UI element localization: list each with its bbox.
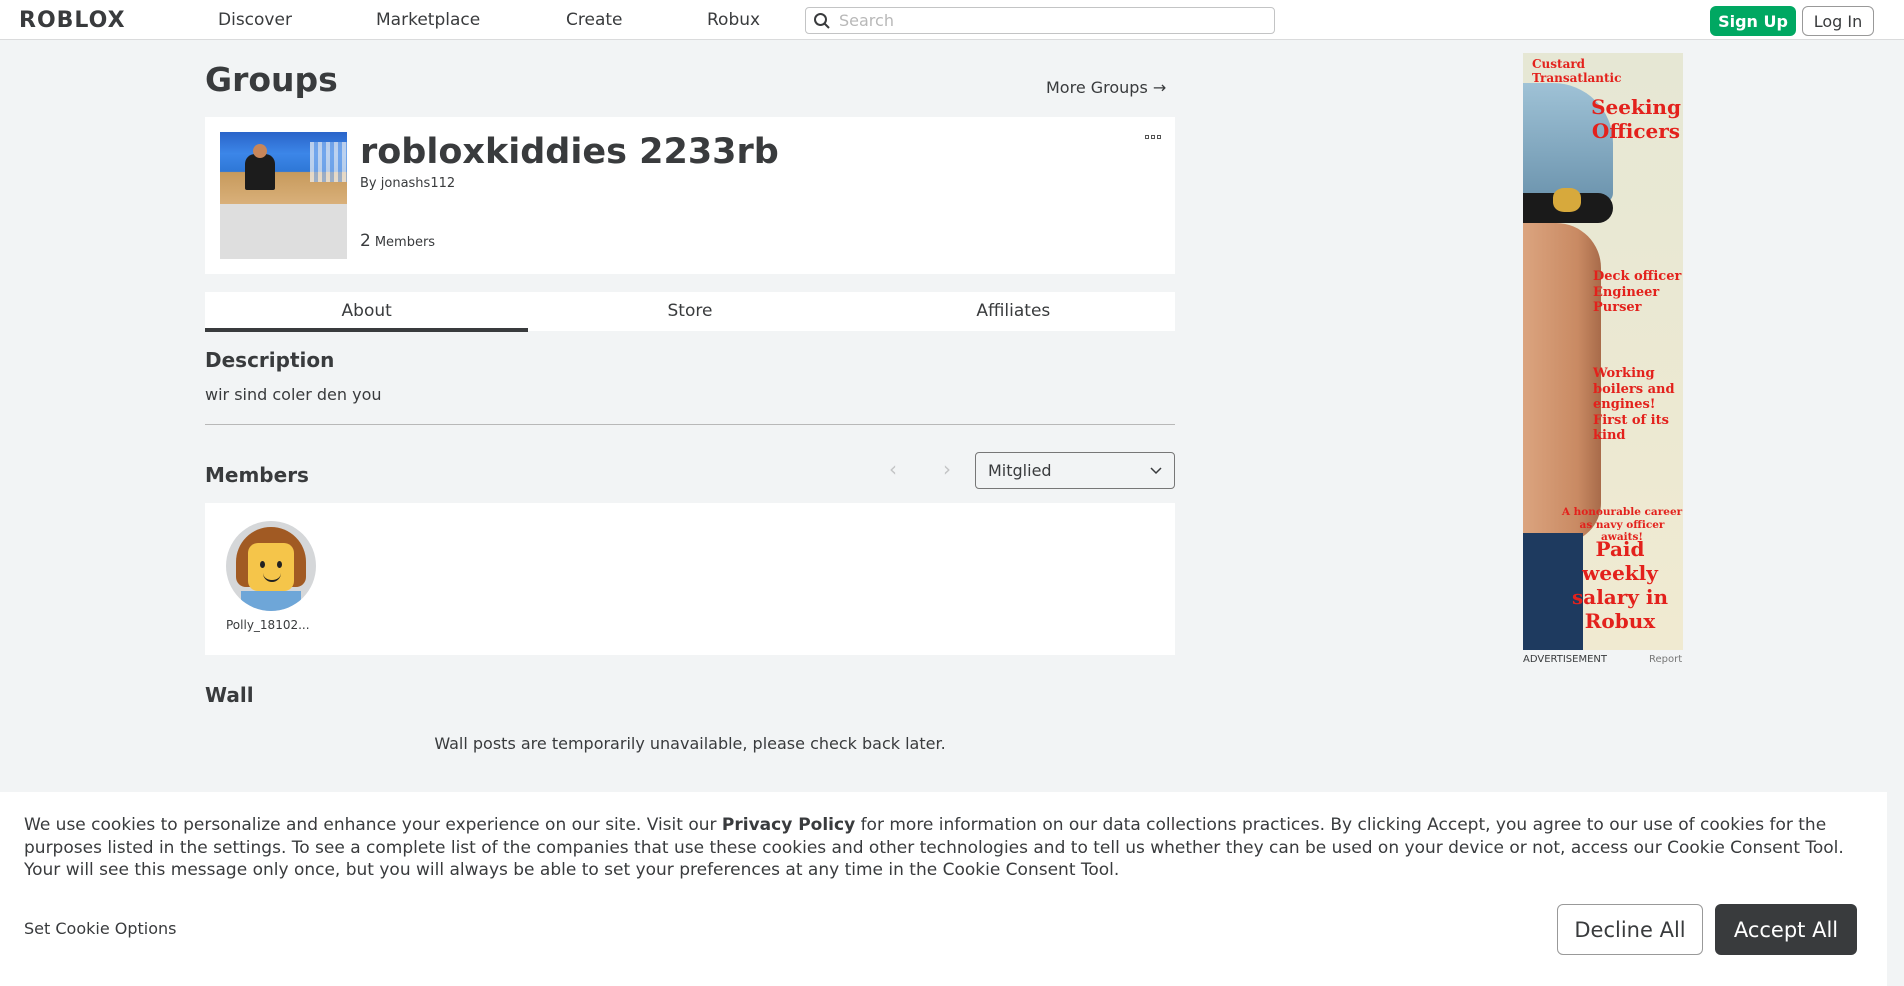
- roblox-logo[interactable]: ROBLOX: [19, 8, 126, 33]
- nav-create[interactable]: Create: [566, 10, 623, 30]
- member-count-label: Members: [374, 235, 436, 250]
- group-owner-link[interactable]: jonashs112: [381, 176, 455, 191]
- group-owner-line: By jonashs112: [360, 176, 455, 191]
- group-emblem-image: [220, 132, 347, 204]
- tab-about[interactable]: About: [205, 292, 529, 332]
- members-list: Polly_18102...: [205, 503, 1175, 655]
- chevron-right-icon[interactable]: ›: [943, 457, 951, 481]
- avatar: [226, 521, 316, 611]
- ad-roles: Deck officer Engineer Purser: [1593, 269, 1682, 316]
- group-name: robloxkiddies 2233rb: [360, 132, 779, 172]
- description-heading: Description: [205, 348, 335, 372]
- role-selected-value: Mitglied: [988, 461, 1052, 480]
- sign-up-button[interactable]: Sign Up: [1710, 6, 1796, 36]
- member-tile[interactable]: Polly_18102...: [226, 521, 316, 632]
- group-member-count: 2 Members: [360, 231, 435, 251]
- cookie-message: We use cookies to personalize and enhanc…: [24, 815, 1844, 880]
- tab-store[interactable]: Store: [528, 292, 851, 331]
- nav-robux[interactable]: Robux: [707, 10, 760, 30]
- wall-unavailable-message: Wall posts are temporarily unavailable, …: [434, 734, 946, 753]
- accept-all-button[interactable]: Accept All: [1715, 904, 1857, 955]
- tab-affiliates[interactable]: Affiliates: [852, 292, 1175, 331]
- page-title: Groups: [205, 60, 338, 99]
- group-emblem: [220, 132, 347, 259]
- section-divider: [205, 424, 1175, 425]
- privacy-policy-link[interactable]: Privacy Policy: [722, 815, 855, 835]
- advertisement-banner[interactable]: Custard Transatlantic Seeking Officers D…: [1523, 53, 1683, 650]
- ad-headline: Seeking Officers: [1591, 95, 1681, 143]
- search-icon: [814, 12, 830, 29]
- description-text: wir sind coler den you: [205, 385, 382, 404]
- members-heading: Members: [205, 463, 309, 487]
- cookie-consent-banner: We use cookies to personalize and enhanc…: [0, 792, 1887, 986]
- chevron-left-icon[interactable]: ‹: [889, 457, 897, 481]
- by-label: By: [360, 176, 377, 191]
- set-cookie-options-link[interactable]: Set Cookie Options: [24, 919, 176, 938]
- wall-heading: Wall: [205, 683, 254, 707]
- more-groups-link[interactable]: More Groups →: [1046, 78, 1166, 97]
- nav-discover[interactable]: Discover: [218, 10, 292, 30]
- group-header-card: robloxkiddies 2233rb By jonashs112 2 Memb…: [205, 117, 1175, 274]
- chevron-down-icon: [1150, 466, 1162, 474]
- role-dropdown[interactable]: Mitglied: [975, 452, 1175, 489]
- ad-report-link[interactable]: Report: [1649, 654, 1682, 665]
- search-box[interactable]: [805, 7, 1275, 34]
- more-options-icon[interactable]: [1145, 135, 1161, 141]
- ad-brand: Custard Transatlantic: [1532, 57, 1622, 86]
- member-count-value: 2: [360, 231, 371, 251]
- top-navigation-bar: ROBLOX Discover Marketplace Create Robux…: [0, 0, 1904, 40]
- ad-label: ADVERTISEMENT: [1523, 654, 1608, 665]
- nav-marketplace[interactable]: Marketplace: [376, 10, 480, 30]
- decline-all-button[interactable]: Decline All: [1557, 904, 1703, 955]
- member-name[interactable]: Polly_18102...: [226, 618, 316, 632]
- group-tabs: About Store Affiliates: [205, 292, 1175, 332]
- search-input[interactable]: [839, 11, 1259, 30]
- log-in-button[interactable]: Log In: [1802, 6, 1874, 36]
- ad-salary: Paid weekly salary in Robux: [1571, 537, 1669, 633]
- ad-pitch: Working boilers and engines! First of it…: [1593, 366, 1675, 444]
